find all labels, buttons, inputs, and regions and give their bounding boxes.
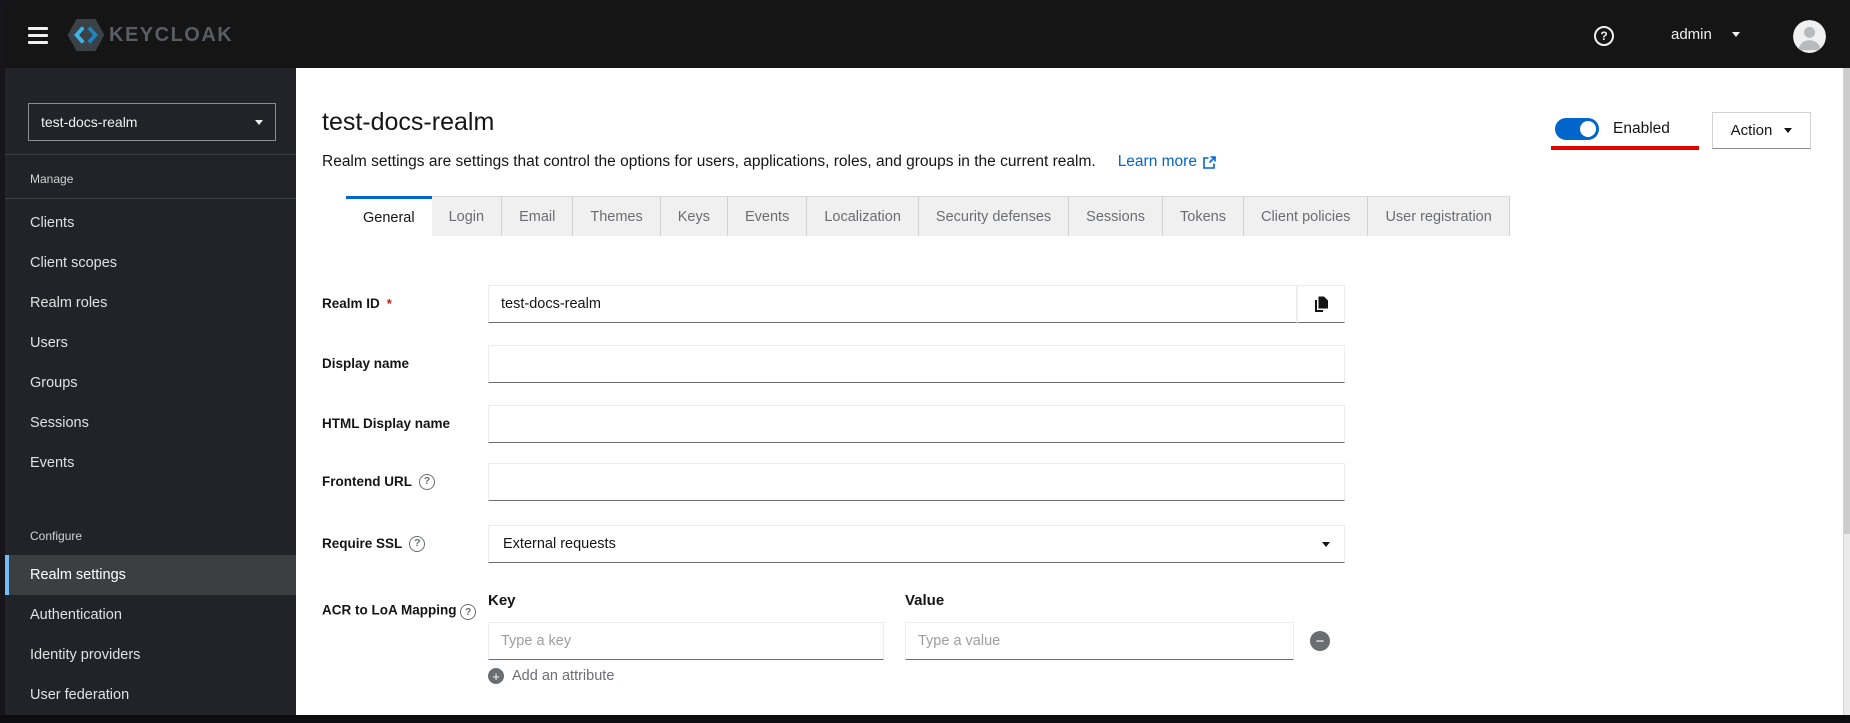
tab-user-registration[interactable]: User registration [1368, 196, 1510, 236]
realm-selector[interactable]: test-docs-realm [28, 103, 276, 141]
html-display-name-label: HTML Display name [322, 416, 451, 431]
remove-attribute-button[interactable]: − [1310, 631, 1330, 651]
user-menu[interactable]: admin [1671, 26, 1740, 43]
help-icon[interactable]: ? [1594, 26, 1614, 46]
sidebar-item-clients[interactable]: Clients [5, 203, 296, 243]
tab-sessions[interactable]: Sessions [1069, 196, 1164, 236]
nav-toggle-button[interactable] [28, 23, 52, 47]
sidebar: test-docs-realm Manage Clients Client sc… [5, 68, 296, 715]
chevron-down-icon [255, 119, 263, 125]
sidebar-item-identity-providers[interactable]: Identity providers [5, 635, 296, 675]
copy-icon [1314, 296, 1328, 312]
realm-selector-value: test-docs-realm [41, 114, 138, 130]
acr-loa-help-icon[interactable]: ? [460, 604, 477, 620]
realm-id-row [488, 285, 1345, 323]
chevron-down-icon [1731, 32, 1740, 37]
toggle-switch[interactable] [1555, 118, 1599, 140]
external-link-icon [1203, 155, 1216, 169]
tab-tokens[interactable]: Tokens [1163, 196, 1244, 236]
annotation-red-underline [1551, 146, 1699, 150]
realm-id-input[interactable] [488, 285, 1297, 323]
toggle-label: Enabled [1613, 120, 1670, 137]
frontend-url-input[interactable] [488, 463, 1345, 501]
keycloak-admin-console: KEYCLOAK ? admin test-docs-realm Manage … [0, 0, 1850, 723]
acr-loa-label: ACR to LoA Mapping ? [322, 594, 482, 620]
side-nav: Manage Clients Client scopes Realm roles… [5, 154, 296, 715]
frontend-url-help-icon[interactable]: ? [419, 473, 435, 490]
sidebar-item-client-scopes[interactable]: Client scopes [5, 243, 296, 283]
acr-value-input[interactable] [905, 622, 1294, 660]
sidebar-item-realm-settings[interactable]: Realm settings [5, 555, 296, 595]
learn-more-link[interactable]: Learn more [1118, 152, 1216, 172]
require-ssl-help-icon[interactable]: ? [409, 535, 426, 552]
tab-email[interactable]: Email [502, 196, 574, 236]
nav-group-configure-title: Configure [30, 529, 83, 543]
page-description: Realm settings are settings that control… [322, 152, 1216, 172]
tab-security-defenses[interactable]: Security defenses [918, 196, 1070, 236]
add-attribute-button[interactable]: + Add an attribute [488, 668, 614, 684]
keycloak-logo: KEYCLOAK [67, 18, 233, 52]
avatar-icon [1793, 20, 1826, 53]
minus-icon: − [1315, 632, 1325, 650]
sidebar-item-authentication[interactable]: Authentication [5, 595, 296, 635]
main-content: test-docs-realm Realm settings are setti… [296, 68, 1843, 715]
keycloak-hexagon-icon [67, 18, 105, 52]
vertical-scrollbar[interactable] [1843, 68, 1850, 715]
sidebar-item-sessions[interactable]: Sessions [5, 403, 296, 443]
require-ssl-value: External requests [503, 536, 616, 552]
sidebar-item-events[interactable]: Events [5, 443, 296, 483]
sidebar-item-users[interactable]: Users [5, 323, 296, 363]
tab-login[interactable]: Login [431, 196, 503, 236]
window-bottom-edge [0, 715, 1850, 723]
realm-id-label: Realm ID * [322, 296, 392, 311]
chevron-down-icon [1322, 541, 1330, 547]
frontend-url-label: Frontend URL ? [322, 473, 482, 490]
realm-enabled-toggle[interactable]: Enabled [1555, 118, 1670, 140]
nav-group-manage-title: Manage [5, 154, 296, 199]
tab-localization[interactable]: Localization [807, 196, 919, 236]
plus-icon: + [488, 668, 504, 684]
chevron-down-icon [1784, 128, 1793, 133]
tab-themes[interactable]: Themes [573, 196, 661, 236]
html-display-name-input[interactable] [488, 405, 1345, 443]
display-name-row [488, 345, 1345, 383]
page-title: test-docs-realm [322, 108, 495, 136]
frontend-url-row [488, 463, 1345, 501]
require-ssl-select[interactable]: External requests [488, 525, 1345, 563]
require-ssl-label: Require SSL ? [322, 535, 482, 552]
display-name-input[interactable] [488, 345, 1345, 383]
sidebar-item-realm-roles[interactable]: Realm roles [5, 283, 296, 323]
acr-key-header: Key [488, 592, 516, 609]
sidebar-item-groups[interactable]: Groups [5, 363, 296, 403]
action-dropdown-button[interactable]: Action [1712, 112, 1811, 149]
html-display-name-row [488, 405, 1345, 443]
required-asterisk: * [386, 296, 392, 311]
realm-settings-tabs: General Login Email Themes Keys Events L… [346, 196, 1510, 236]
tab-general[interactable]: General [346, 196, 432, 236]
display-name-label: Display name [322, 356, 410, 371]
tab-events[interactable]: Events [727, 196, 808, 236]
tab-keys[interactable]: Keys [660, 196, 728, 236]
acr-value-header: Value [905, 592, 945, 609]
sidebar-item-user-federation[interactable]: User federation [5, 675, 296, 715]
username: admin [1671, 26, 1712, 43]
tab-client-policies[interactable]: Client policies [1243, 196, 1369, 236]
brand-wordmark: KEYCLOAK [109, 23, 234, 46]
avatar[interactable] [1793, 20, 1826, 53]
copy-button[interactable] [1297, 285, 1345, 323]
scrollbar-thumb[interactable] [1844, 68, 1850, 534]
acr-key-input[interactable] [488, 622, 884, 660]
masthead: KEYCLOAK ? admin [5, 2, 1850, 68]
